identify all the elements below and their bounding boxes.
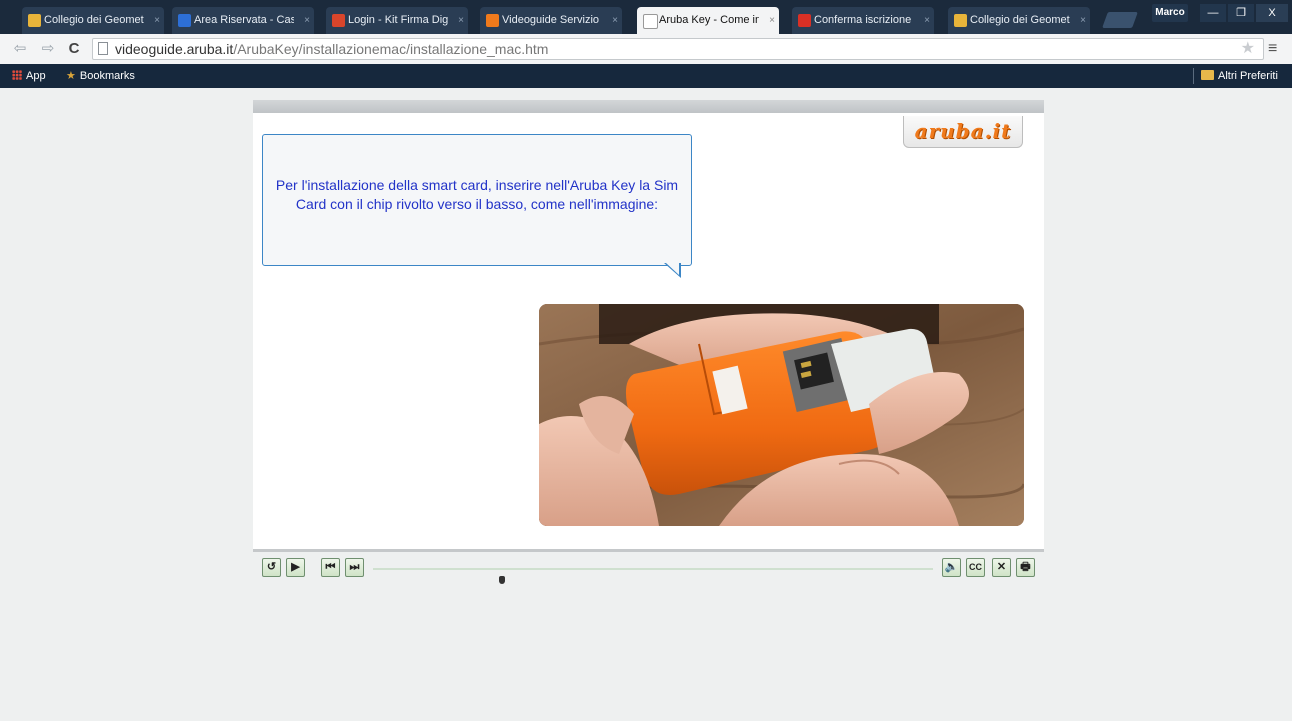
- url-host: videoguide.aruba.it: [115, 41, 234, 57]
- video-guide-player: aruba.it Per l'installazione della smart…: [253, 100, 1044, 584]
- page-icon: [98, 42, 108, 55]
- tab-favicon-icon: [178, 14, 191, 27]
- folder-icon: [1201, 70, 1214, 80]
- tab-close-icon[interactable]: ×: [612, 7, 618, 34]
- tab-title: Login - Kit Firma Dig: [348, 14, 448, 26]
- next-slide-button[interactable]: ⏭: [345, 558, 364, 577]
- restore-button[interactable]: ❐: [1228, 4, 1254, 22]
- profile-button[interactable]: Marco: [1152, 4, 1188, 22]
- instruction-text: Per l'installazione della smart card, in…: [275, 177, 679, 212]
- bookmarks-shortcut[interactable]: ★ Bookmarks: [66, 64, 135, 88]
- apps-shortcut[interactable]: App: [12, 64, 46, 88]
- tab-close-icon[interactable]: ×: [304, 7, 310, 34]
- tab-close-icon[interactable]: ×: [1080, 7, 1086, 34]
- tab-close-icon[interactable]: ×: [154, 7, 160, 34]
- progress-track[interactable]: [373, 568, 933, 584]
- bookmarks-separator: [1193, 68, 1194, 84]
- play-button[interactable]: ▶: [286, 558, 305, 577]
- browser-tab[interactable]: Area Riservata - Cass ×: [172, 7, 314, 34]
- player-top-bar: [253, 100, 1044, 113]
- other-bookmarks-label: Altri Preferiti: [1218, 70, 1278, 82]
- tab-strip: Collegio dei Geomet × Area Riservata - Cas…: [0, 0, 1292, 34]
- bookmark-star-icon[interactable]: ★: [1241, 39, 1255, 59]
- tab-close-icon[interactable]: ×: [458, 7, 464, 34]
- tab-title: Collegio dei Geomet: [44, 14, 144, 26]
- aruba-logo: aruba.it: [903, 116, 1023, 148]
- close-window-button[interactable]: X: [1256, 4, 1288, 22]
- tab-favicon-icon: [954, 14, 967, 27]
- tab-favicon-icon: [643, 14, 658, 29]
- tab-favicon-icon: [28, 14, 41, 27]
- close-player-button[interactable]: ✕: [992, 558, 1011, 577]
- rewind-button[interactable]: ↺: [262, 558, 281, 577]
- tab-title: Area Riservata - Cass: [194, 14, 294, 26]
- instruction-callout: Per l'installazione della smart card, in…: [262, 134, 692, 266]
- tab-favicon-icon: [332, 14, 345, 27]
- photo-illustration: [539, 304, 1024, 526]
- tab-title: Videoguide Servizio: [502, 14, 600, 26]
- new-tab-button[interactable]: [1102, 12, 1138, 28]
- bookmarks-bar: App ★ Bookmarks Altri Preferiti: [0, 64, 1292, 88]
- browser-toolbar: ⇦ ⇨ C videoguide.aruba.it/ArubaKey/insta…: [0, 34, 1292, 65]
- browser-tab[interactable]: Login - Kit Firma Dig ×: [326, 7, 468, 34]
- closed-captions-button[interactable]: CC: [966, 558, 985, 577]
- browser-tab[interactable]: Collegio dei Geomet ×: [948, 7, 1090, 34]
- reload-icon[interactable]: C: [64, 39, 84, 59]
- tab-close-icon[interactable]: ×: [769, 7, 775, 34]
- browser-tab[interactable]: Collegio dei Geomet ×: [22, 7, 164, 34]
- forward-icon[interactable]: ⇨: [38, 39, 58, 59]
- tab-close-icon[interactable]: ×: [924, 7, 930, 34]
- tab-title: Conferma iscrizione: [814, 14, 912, 26]
- apps-grid-icon: [12, 70, 22, 80]
- tab-favicon-icon: [486, 14, 499, 27]
- apps-label: App: [26, 70, 46, 82]
- tab-title: Aruba Key - Come in: [659, 14, 759, 26]
- browser-tab[interactable]: Videoguide Servizio ×: [480, 7, 622, 34]
- player-control-bar: ↺ ▶ ⏮ ⏭ 🔈 CC ✕ 🖶: [253, 549, 1044, 584]
- tab-title: Collegio dei Geomet: [970, 14, 1070, 26]
- url-path: /ArubaKey/installazionemac/installazione…: [233, 41, 549, 57]
- previous-slide-button[interactable]: ⏮: [321, 558, 340, 577]
- other-bookmarks[interactable]: Altri Preferiti: [1201, 64, 1278, 88]
- tab-favicon-icon: [798, 14, 811, 27]
- back-icon[interactable]: ⇦: [10, 39, 30, 59]
- volume-button[interactable]: 🔈: [942, 558, 961, 577]
- slide-stage: aruba.it Per l'installazione della smart…: [253, 113, 1044, 549]
- callout-tail-fill: [666, 263, 679, 275]
- browser-tab[interactable]: Conferma iscrizione ×: [792, 7, 934, 34]
- browser-tab[interactable]: Aruba Key - Come in ×: [637, 7, 779, 34]
- print-button[interactable]: 🖶: [1016, 558, 1035, 577]
- star-icon: ★: [66, 70, 76, 82]
- bookmarks-label: Bookmarks: [79, 70, 135, 82]
- aruba-key-sim-photo: [539, 304, 1024, 526]
- menu-icon[interactable]: ≡: [1268, 40, 1282, 58]
- minimize-button[interactable]: —: [1200, 4, 1226, 22]
- progress-thumb[interactable]: [498, 576, 505, 584]
- address-bar[interactable]: videoguide.aruba.it/ArubaKey/installazio…: [92, 38, 1264, 60]
- url-text[interactable]: videoguide.aruba.it/ArubaKey/installazio…: [115, 39, 548, 59]
